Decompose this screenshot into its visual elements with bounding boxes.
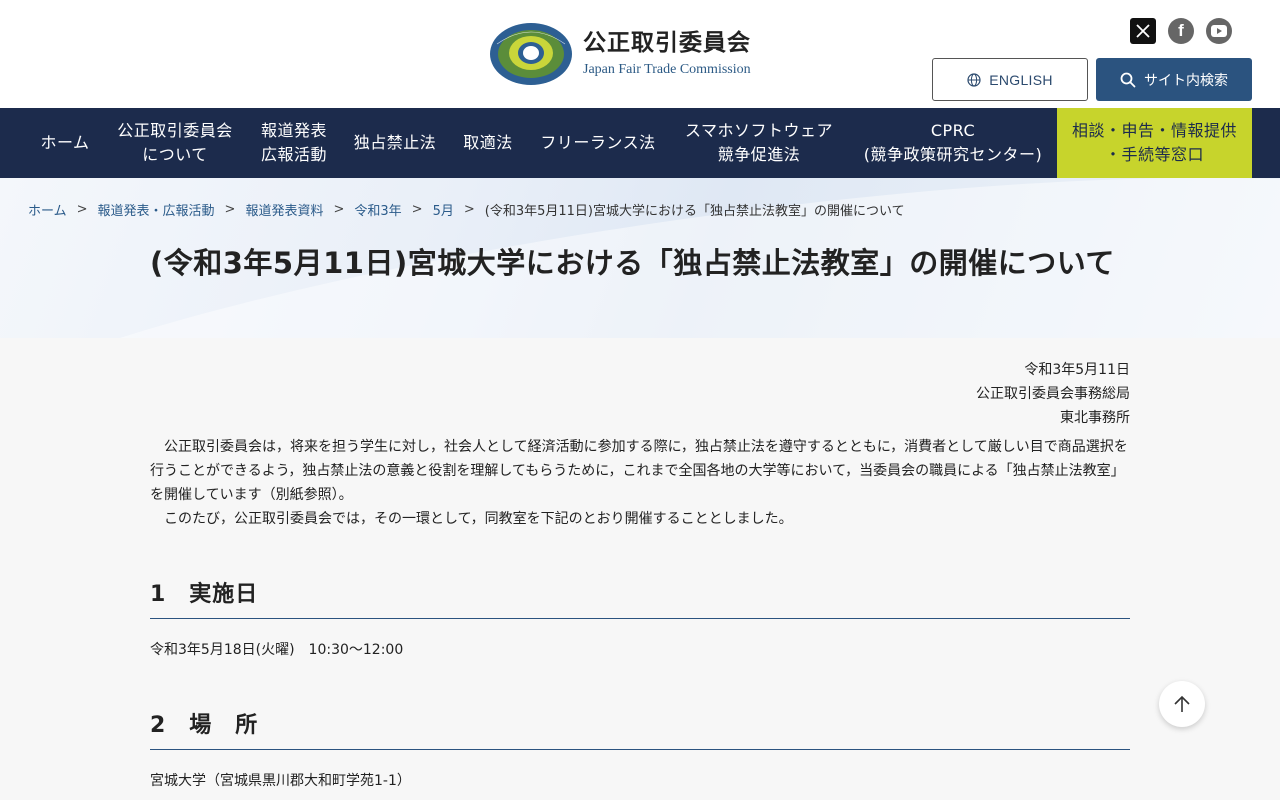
nav-label: フリーランス法 — [540, 133, 656, 152]
breadcrumb-separator: > — [224, 202, 236, 217]
logo-text: 公正取引委員会 Japan Fair Trade Commission — [583, 28, 751, 80]
nav-label: ホーム — [40, 133, 90, 152]
breadcrumb-year[interactable]: 令和3年 — [354, 200, 401, 219]
breadcrumb-separator: > — [333, 202, 345, 217]
section-heading-date: 1 実施日 — [150, 576, 1130, 619]
breadcrumb-current: (令和3年5月11日)宮城大学における「独占禁止法教室」の開催について — [484, 204, 905, 219]
nav-press[interactable]: 報道発表 広報活動 — [248, 108, 340, 178]
section-body-venue: 宮城大学（宮城県黒川郡大和町学苑1-1） — [150, 773, 411, 789]
english-button[interactable]: ENGLISH — [932, 58, 1088, 101]
main-content: 令和3年5月11日 公正取引委員会事務総局 東北事務所 公正取引委員会は，将来を… — [0, 338, 1280, 800]
nav-label: 相談・申告・情報提供 ・手続等窓口 — [1071, 121, 1237, 164]
facebook-icon[interactable]: f — [1168, 18, 1194, 44]
site-search-button[interactable]: サイト内検索 — [1096, 58, 1252, 101]
intro-text: 公正取引委員会は，将来を担う学生に対し，社会人として経済活動に参加する際に，独占… — [150, 435, 1130, 531]
intro-paragraph: 公正取引委員会は，将来を担う学生に対し，社会人として経済活動に参加する際に，独占… — [150, 439, 1128, 503]
nav-cprc[interactable]: CPRC (競争政策研究センター) — [854, 108, 1052, 178]
nav-label: 公正取引委員会 について — [117, 121, 233, 164]
nav-label: スマホソフトウェア 競争促進法 — [684, 121, 834, 164]
social-links: f — [1130, 18, 1232, 44]
search-icon — [1120, 72, 1136, 87]
section-body-date: 令和3年5月18日(火曜) 10:30～12:00 — [150, 642, 404, 658]
x-icon[interactable] — [1130, 18, 1156, 44]
release-date: 令和3年5月11日 — [1024, 362, 1130, 378]
org-name-ja: 公正取引委員会 — [583, 30, 751, 56]
breadcrumb-separator: > — [76, 202, 88, 217]
release-meta: 令和3年5月11日 公正取引委員会事務総局 東北事務所 — [976, 358, 1130, 430]
back-to-top-button[interactable] — [1159, 681, 1205, 727]
nav-label: 報道発表 広報活動 — [260, 121, 327, 164]
section-heading-venue: 2 場 所 — [150, 707, 1130, 750]
english-label: ENGLISH — [989, 71, 1053, 88]
breadcrumb: ホーム > 報道発表・広報活動 > 報道発表資料 > 令和3年 > 5月 > (… — [28, 200, 905, 219]
release-issuer: 公正取引委員会事務総局 — [976, 386, 1130, 402]
site-logo[interactable]: 公正取引委員会 Japan Fair Trade Commission — [489, 22, 751, 86]
nav-home[interactable]: ホーム — [28, 108, 102, 178]
breadcrumb-separator: > — [463, 202, 475, 217]
nav-consultation[interactable]: 相談・申告・情報提供 ・手続等窓口 — [1057, 108, 1252, 178]
breadcrumb-home[interactable]: ホーム — [28, 200, 67, 219]
nav-subcontract[interactable]: 取適法 — [450, 108, 526, 178]
breadcrumb-separator: > — [411, 202, 423, 217]
search-label: サイト内検索 — [1144, 72, 1228, 89]
intro-paragraph: このたび，公正取引委員会では，その一環として，同教室を下記のとおり開催することと… — [164, 511, 793, 527]
jftc-logo-icon — [490, 23, 572, 85]
breadcrumb-month[interactable]: 5月 — [433, 200, 454, 219]
arrow-up-icon — [1174, 695, 1190, 712]
global-nav: ホーム 公正取引委員会 について 報道発表 広報活動 独占禁止法 取適法 フリーラン… — [0, 108, 1280, 178]
release-office: 東北事務所 — [1060, 410, 1130, 426]
nav-about[interactable]: 公正取引委員会 について — [108, 108, 242, 178]
nav-label: 取適法 — [463, 133, 513, 152]
nav-antimonopoly[interactable]: 独占禁止法 — [346, 108, 444, 178]
nav-label: CPRC (競争政策研究センター) — [863, 121, 1043, 164]
site-header: 公正取引委員会 Japan Fair Trade Commission f EN… — [0, 0, 1280, 108]
breadcrumb-press-materials[interactable]: 報道発表資料 — [245, 200, 323, 219]
globe-icon — [967, 72, 981, 87]
page-title: (令和3年5月11日)宮城大学における「独占禁止法教室」の開催について — [150, 246, 1115, 280]
org-name-en: Japan Fair Trade Commission — [583, 62, 751, 77]
breadcrumb-press[interactable]: 報道発表・広報活動 — [98, 200, 215, 219]
nav-freelance[interactable]: フリーランス法 — [532, 108, 664, 178]
youtube-icon[interactable] — [1206, 18, 1232, 44]
title-band: ホーム > 報道発表・広報活動 > 報道発表資料 > 令和3年 > 5月 > (… — [0, 178, 1280, 338]
nav-label: 独占禁止法 — [353, 133, 437, 152]
nav-smartphone[interactable]: スマホソフトウェア 競争促進法 — [670, 108, 848, 178]
